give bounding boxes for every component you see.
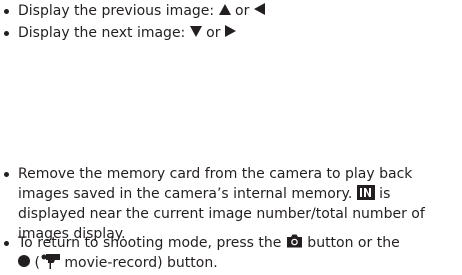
memory-line-1: Remove the memory card from the camera t… — [18, 166, 413, 182]
bullet — [4, 31, 9, 36]
left-triangle-icon — [253, 3, 265, 15]
or-text: or — [230, 3, 254, 19]
navigation-list: Display the previous image: or Display t… — [0, 1, 462, 45]
next-image-text: Display the next image: — [18, 25, 190, 41]
bullet — [4, 241, 9, 246]
internal-memory-icon — [356, 184, 375, 200]
down-triangle-icon — [189, 25, 202, 37]
movie-camera-icon — [40, 253, 60, 269]
return-line-1: To return to shooting mode, press the — [18, 235, 286, 251]
return-line-1-end: button or the — [302, 235, 400, 251]
record-dot-icon — [18, 255, 30, 267]
memory-line-2: images saved in the camera’s internal me… — [18, 186, 357, 202]
list-item-internal-memory: Remove the memory card from the camera t… — [0, 164, 462, 242]
memory-line-3: displayed near the current image number/… — [18, 206, 425, 222]
bullet — [4, 9, 9, 14]
return-line-2-open: ( — [30, 255, 40, 271]
up-triangle-icon — [218, 3, 231, 15]
memory-line-2-end: is — [374, 186, 391, 202]
camera-icon — [286, 234, 303, 248]
previous-image-text: Display the previous image: — [18, 3, 219, 19]
list-item-next-image: Display the next image: or — [0, 23, 462, 45]
page: { "top_list": { "prev": { "text_before":… — [0, 0, 462, 271]
return-line-2-end: movie-record) button. — [59, 255, 218, 271]
bullet — [4, 172, 9, 177]
or-text: or — [201, 25, 225, 41]
list-item-return-shooting: To return to shooting mode, press the bu… — [0, 233, 462, 273]
right-triangle-icon — [224, 25, 236, 37]
list-item-previous-image: Display the previous image: or — [0, 1, 462, 23]
notes-list: Remove the memory card from the camera t… — [0, 164, 462, 273]
